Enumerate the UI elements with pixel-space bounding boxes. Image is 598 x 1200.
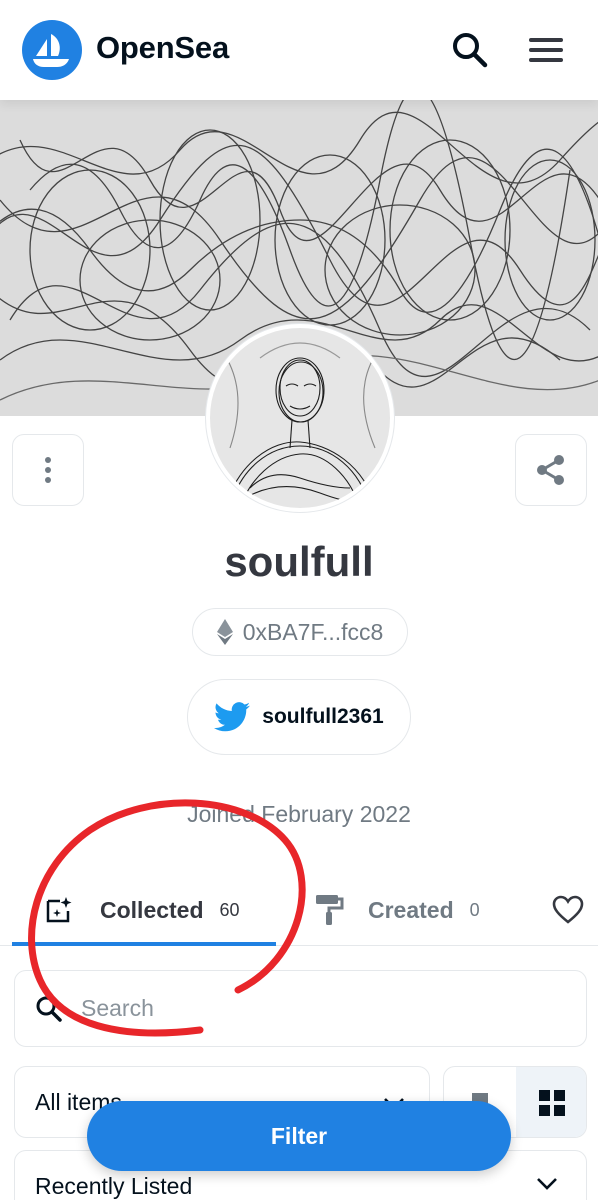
twitter-link[interactable]: soulfull2361 [187, 679, 411, 755]
active-tab-indicator [12, 942, 276, 946]
tab-collected-count: 60 [219, 899, 240, 920]
grid-icon [539, 1090, 565, 1116]
hamburger-menu-icon[interactable] [520, 24, 572, 76]
tab-created[interactable]: Created 0 [314, 874, 480, 946]
tab-favorited[interactable] [552, 874, 584, 946]
wallet-address: 0xBA7F...fcc8 [242, 618, 384, 645]
more-vertical-icon [45, 457, 51, 483]
profile-avatar[interactable] [206, 324, 394, 512]
sort-select-value: Recently Listed [35, 1172, 193, 1199]
tab-collected-label: Collected [100, 896, 204, 923]
small-grid-view-button[interactable] [516, 1067, 586, 1137]
profile-username: soulfull [224, 538, 374, 585]
search-input[interactable] [81, 995, 541, 1022]
tab-created-label: Created [368, 896, 454, 923]
collected-icon [46, 897, 72, 923]
search-icon[interactable] [444, 24, 496, 76]
share-button[interactable] [515, 434, 587, 506]
search-box[interactable] [14, 970, 587, 1047]
more-options-button[interactable] [12, 434, 84, 506]
top-nav: OpenSea [0, 0, 598, 100]
tab-created-count: 0 [469, 899, 480, 920]
profile-tabs: Collected 60 Created 0 [0, 874, 598, 946]
ethereum-icon [216, 619, 233, 645]
twitter-handle: soulfull2361 [262, 705, 384, 728]
search-icon [36, 996, 62, 1022]
heart-icon [552, 895, 584, 924]
tab-collected[interactable]: Collected 60 [44, 874, 240, 946]
paint-roller-icon [316, 895, 344, 925]
opensea-logo-icon[interactable] [22, 20, 82, 80]
filter-button[interactable]: Filter [87, 1101, 511, 1171]
twitter-icon [214, 702, 251, 732]
share-icon [537, 455, 564, 485]
brand-name[interactable]: OpenSea [96, 30, 229, 66]
joined-date: Joined February 2022 [187, 801, 411, 827]
chevron-down-icon [537, 1178, 557, 1190]
wallet-address-button[interactable]: 0xBA7F...fcc8 [192, 608, 408, 656]
